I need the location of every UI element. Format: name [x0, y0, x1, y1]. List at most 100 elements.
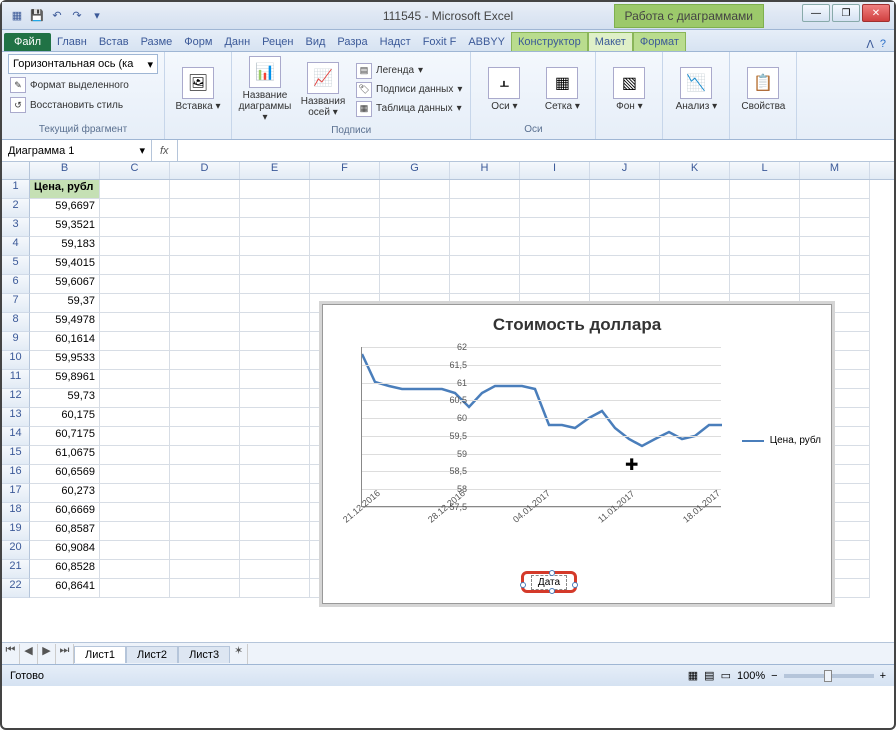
cell[interactable]: [170, 237, 240, 256]
cell[interactable]: 60,6669: [30, 503, 100, 522]
next-sheet-button[interactable]: ▶: [38, 644, 56, 664]
reset-style-button[interactable]: ↺Восстановить стиль: [8, 96, 125, 114]
cell[interactable]: 60,1614: [30, 332, 100, 351]
cell[interactable]: [170, 370, 240, 389]
cell[interactable]: [100, 351, 170, 370]
background-button[interactable]: ▧Фон ▾: [602, 65, 656, 114]
cell[interactable]: [100, 370, 170, 389]
view-layout-icon[interactable]: ▤: [704, 669, 714, 682]
cell[interactable]: [240, 522, 310, 541]
row-header[interactable]: 22: [2, 579, 30, 598]
cell[interactable]: [450, 275, 520, 294]
cell[interactable]: [660, 275, 730, 294]
view-break-icon[interactable]: ▭: [721, 669, 731, 682]
help-icon[interactable]: ?: [880, 38, 886, 51]
cell[interactable]: [240, 237, 310, 256]
row-header[interactable]: 7: [2, 294, 30, 313]
cell[interactable]: [800, 199, 870, 218]
cell[interactable]: [800, 275, 870, 294]
cell[interactable]: [240, 351, 310, 370]
col-header[interactable]: M: [800, 162, 870, 179]
zoom-in-button[interactable]: +: [880, 670, 886, 682]
cell[interactable]: [100, 484, 170, 503]
cell[interactable]: [170, 560, 240, 579]
cell[interactable]: [100, 446, 170, 465]
cell[interactable]: [730, 180, 800, 199]
cell[interactable]: [800, 237, 870, 256]
cell[interactable]: [100, 503, 170, 522]
cell[interactable]: [520, 218, 590, 237]
prev-sheet-button[interactable]: ◀: [20, 644, 38, 664]
tab-design[interactable]: Конструктор: [511, 32, 588, 51]
row-header[interactable]: 9: [2, 332, 30, 351]
cell[interactable]: [170, 408, 240, 427]
cell[interactable]: [170, 389, 240, 408]
fx-icon[interactable]: fx: [152, 145, 177, 157]
cell[interactable]: [730, 237, 800, 256]
col-header[interactable]: B: [30, 162, 100, 179]
cell[interactable]: [520, 275, 590, 294]
tab-addins[interactable]: Надст: [374, 33, 417, 51]
cell[interactable]: [100, 218, 170, 237]
cell[interactable]: [170, 313, 240, 332]
row-header[interactable]: 15: [2, 446, 30, 465]
cell[interactable]: [170, 351, 240, 370]
cell[interactable]: [380, 218, 450, 237]
row-header[interactable]: 17: [2, 484, 30, 503]
row-header[interactable]: 4: [2, 237, 30, 256]
cell[interactable]: [380, 275, 450, 294]
col-header[interactable]: E: [240, 162, 310, 179]
cell[interactable]: [170, 465, 240, 484]
col-header[interactable]: K: [660, 162, 730, 179]
cell[interactable]: [380, 199, 450, 218]
cell[interactable]: [100, 237, 170, 256]
cell[interactable]: [520, 237, 590, 256]
cell[interactable]: 60,7175: [30, 427, 100, 446]
cell[interactable]: [450, 199, 520, 218]
axis-title-textbox[interactable]: Дата: [531, 575, 567, 590]
cell[interactable]: [100, 579, 170, 598]
data-table-button[interactable]: ▦Таблица данных ▾: [354, 100, 464, 118]
row-header[interactable]: 12: [2, 389, 30, 408]
cell[interactable]: [240, 427, 310, 446]
cell[interactable]: [100, 199, 170, 218]
cell[interactable]: [380, 256, 450, 275]
cell[interactable]: [100, 180, 170, 199]
cell[interactable]: 59,8961: [30, 370, 100, 389]
tab-foxit[interactable]: Foxit F: [417, 33, 463, 51]
cell[interactable]: [170, 522, 240, 541]
cell[interactable]: 60,8587: [30, 522, 100, 541]
zoom-out-button[interactable]: −: [771, 670, 777, 682]
tab-data[interactable]: Данн: [218, 33, 256, 51]
cell[interactable]: 59,73: [30, 389, 100, 408]
undo-icon[interactable]: ↶: [48, 7, 66, 25]
last-sheet-button[interactable]: ⏭: [56, 644, 74, 664]
minimize-button[interactable]: —: [802, 4, 830, 22]
select-all-corner[interactable]: [2, 162, 30, 179]
row-header[interactable]: 6: [2, 275, 30, 294]
cell[interactable]: [590, 199, 660, 218]
tab-insert[interactable]: Встав: [93, 33, 135, 51]
col-header[interactable]: H: [450, 162, 520, 179]
cell[interactable]: 60,6569: [30, 465, 100, 484]
cell[interactable]: [170, 294, 240, 313]
chart-element-combo[interactable]: Горизонтальная ось (ка▾: [8, 54, 158, 74]
redo-icon[interactable]: ↷: [68, 7, 86, 25]
cell[interactable]: [170, 218, 240, 237]
cell[interactable]: [100, 313, 170, 332]
cell[interactable]: [520, 199, 590, 218]
new-sheet-button[interactable]: ✶: [230, 644, 248, 664]
cell[interactable]: 59,4015: [30, 256, 100, 275]
cell[interactable]: [170, 256, 240, 275]
cell[interactable]: [240, 218, 310, 237]
cell[interactable]: 59,3521: [30, 218, 100, 237]
cell[interactable]: [240, 503, 310, 522]
view-normal-icon[interactable]: ▦: [688, 669, 698, 682]
cell[interactable]: [170, 180, 240, 199]
cell[interactable]: [240, 408, 310, 427]
cell[interactable]: [310, 275, 380, 294]
sheet-tab[interactable]: Лист2: [126, 646, 178, 663]
cell[interactable]: 59,6697: [30, 199, 100, 218]
plot-area[interactable]: [361, 347, 721, 507]
cell[interactable]: [170, 503, 240, 522]
